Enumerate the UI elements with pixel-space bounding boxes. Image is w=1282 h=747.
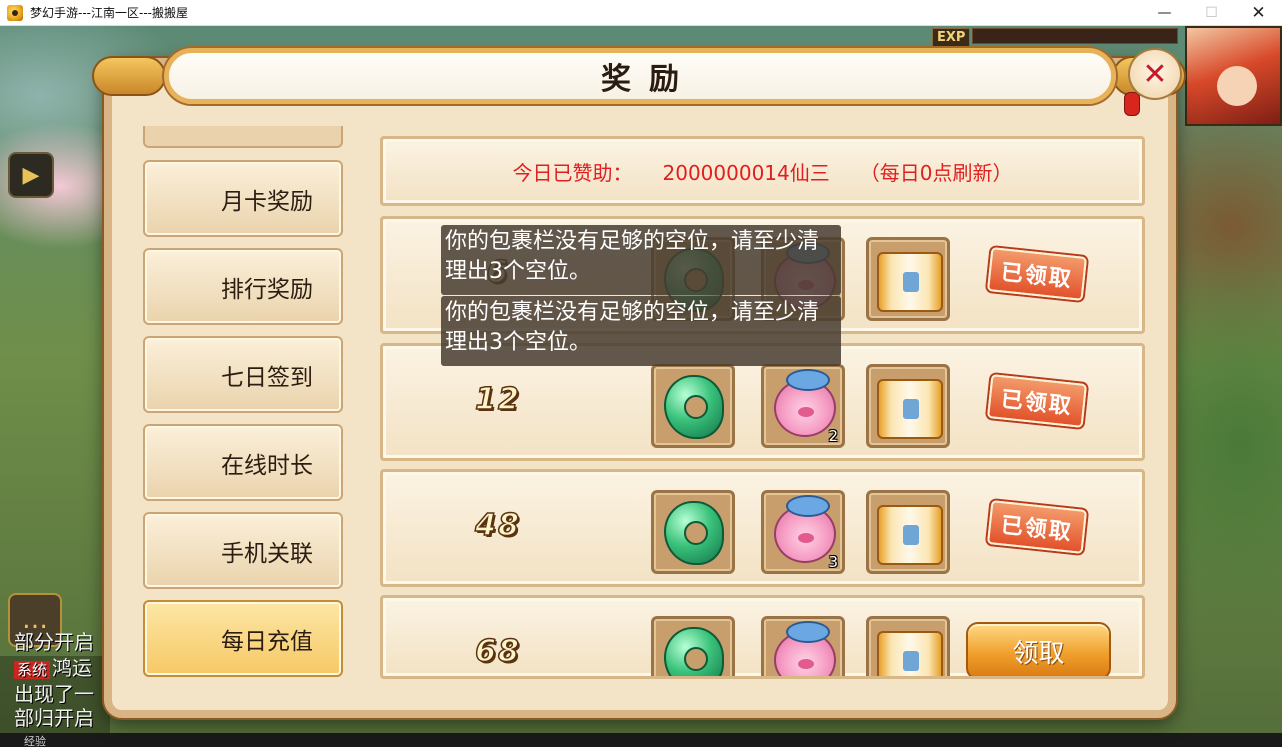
tab-label: 手机关联 — [221, 540, 313, 567]
sidebar-tab-partial[interactable] — [143, 126, 343, 148]
reward-tier: 68 — [474, 633, 521, 670]
tab-label: 每日充值 — [221, 628, 313, 655]
chat-line: 系统 鸿运 — [14, 652, 92, 681]
tab-online-time[interactable]: 在线时长 — [143, 424, 343, 501]
claimed-stamp: 已领取 — [986, 247, 1088, 301]
window-title: 梦幻手游---江南一区---搬搬屋 — [30, 6, 188, 20]
player-avatar[interactable] — [1185, 26, 1282, 126]
reward-slot[interactable] — [866, 616, 950, 676]
claimed-stamp: 已领取 — [986, 374, 1088, 428]
sponsor-refresh-note: （每日0点刷新） — [859, 160, 1013, 185]
reward-tier: 12 — [474, 381, 521, 418]
chat-system-tag: 系统 — [14, 661, 51, 679]
reward-slot[interactable] — [651, 490, 735, 574]
reward-tier: 48 — [474, 507, 521, 544]
exp-tag: EXP — [932, 28, 971, 47]
pig-pouch-icon — [774, 621, 836, 676]
dialog-title: 奖励 — [601, 62, 697, 97]
reward-slot[interactable] — [651, 616, 735, 676]
dialog-title-banner: 奖励 — [164, 48, 1116, 104]
tab-label: 月卡奖励 — [221, 188, 313, 215]
window-titlebar: 梦幻手游---江南一区---搬搬屋 — ☐ ✕ — [0, 0, 1282, 26]
dialog-close-button[interactable]: ✕ — [1128, 48, 1182, 100]
scroll-item-icon — [877, 505, 943, 565]
tab-label: 排行奖励 — [221, 276, 313, 303]
lantern-icon — [1124, 92, 1140, 116]
reward-row: 68 4 领取 — [380, 595, 1145, 679]
play-icon[interactable]: ▶ — [8, 152, 54, 198]
window-close-button[interactable]: ✕ — [1235, 0, 1282, 26]
sponsor-summary: 今日已赞助： 2000000014仙三 （每日0点刷新） — [380, 136, 1145, 206]
jade-item-icon — [664, 375, 724, 439]
pig-pouch-icon — [774, 369, 836, 437]
maximize-button[interactable]: ☐ — [1188, 0, 1235, 26]
title-scroll-cap-left — [92, 56, 166, 96]
toast-message: 你的包裹栏没有足够的空位，请至少清理出3个空位。 — [441, 296, 841, 366]
scroll-item-icon — [877, 252, 943, 312]
chat-line-text: 鸿运 — [52, 656, 93, 680]
jade-item-icon — [664, 627, 724, 676]
scroll-item-icon — [877, 379, 943, 439]
reward-row: 48 3 已领取 — [380, 469, 1145, 587]
sponsor-amount: 2000000014仙三 — [662, 160, 830, 185]
sponsor-label: 今日已赞助： — [512, 160, 633, 185]
reward-slot[interactable] — [866, 490, 950, 574]
claim-button[interactable]: 领取 — [966, 622, 1111, 676]
scroll-item-icon — [877, 631, 943, 676]
jade-item-icon — [664, 501, 724, 565]
reward-slot[interactable]: 4 — [761, 616, 845, 676]
status-bars — [972, 28, 1178, 44]
minimize-button[interactable]: — — [1141, 0, 1188, 26]
pig-pouch-icon — [774, 495, 836, 563]
exp-label: 经验 — [24, 735, 46, 747]
reward-slot[interactable] — [651, 364, 735, 448]
reward-slot[interactable] — [866, 237, 950, 321]
chat-line: 部分开启 — [14, 630, 94, 654]
tab-seven-day-signin[interactable]: 七日签到 — [143, 336, 343, 413]
tab-daily-recharge[interactable]: 每日充值 — [143, 600, 343, 677]
reward-slot[interactable]: 2 — [761, 364, 845, 448]
toast-message: 你的包裹栏没有足够的空位，请至少清理出3个空位。 — [441, 225, 841, 295]
item-qty: 2 — [828, 427, 838, 445]
tab-monthly-card[interactable]: 月卡奖励 — [143, 160, 343, 237]
chat-line: 部归开启 — [14, 706, 94, 730]
reward-slot[interactable]: 3 — [761, 490, 845, 574]
tab-ranking[interactable]: 排行奖励 — [143, 248, 343, 325]
reward-slot[interactable] — [866, 364, 950, 448]
claimed-stamp: 已领取 — [986, 500, 1088, 554]
app-icon — [7, 4, 23, 21]
tab-label: 在线时长 — [221, 452, 313, 479]
tab-label: 七日签到 — [221, 364, 313, 391]
exp-bar — [0, 733, 1282, 747]
item-qty: 3 — [828, 553, 838, 571]
tab-phone-link[interactable]: 手机关联 — [143, 512, 343, 589]
